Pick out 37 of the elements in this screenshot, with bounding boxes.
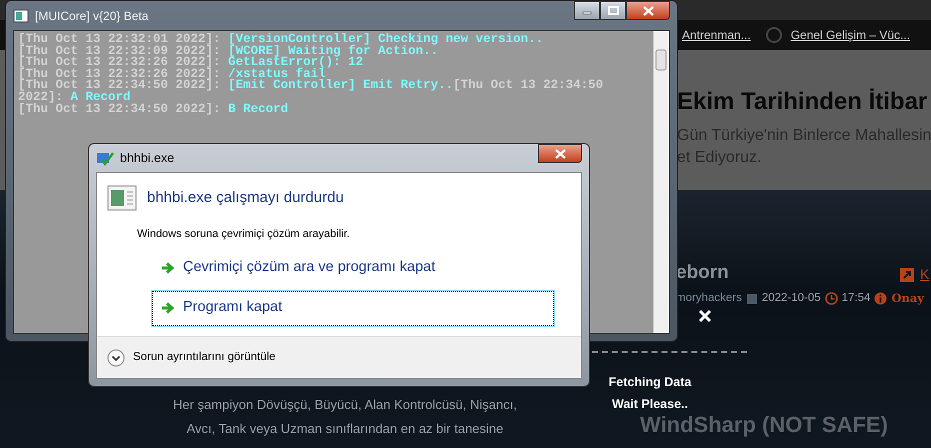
scroll-thumb-icon[interactable] xyxy=(655,49,667,71)
loading-text: Fetching Data xyxy=(608,374,692,391)
maximize-button[interactable] xyxy=(600,1,626,20)
bookmark-link[interactable]: Antrenman... xyxy=(682,26,751,44)
close-icon xyxy=(554,148,566,158)
close-button[interactable] xyxy=(626,1,670,20)
bookmark-link[interactable]: Genel Gelişim – Vüc... xyxy=(764,26,910,44)
chevron-icon xyxy=(107,348,125,366)
program-icon xyxy=(96,150,114,166)
dialog-heading: bhhbi.exe çalışmayı durdurdu xyxy=(147,188,344,208)
info-icon xyxy=(874,292,888,306)
dialog-message: Windows soruna çevrimiçi çözüm arayabilir. xyxy=(137,227,351,242)
minimize-button[interactable] xyxy=(574,1,600,20)
post-status: Onay xyxy=(891,290,924,307)
post-author: moryhackers xyxy=(676,291,742,306)
description-text: Avcı, Tank veya Uzman sınıflarından en az bir tanesine xyxy=(186,420,504,438)
window-icon xyxy=(107,185,137,211)
close-button[interactable] xyxy=(538,144,582,163)
clock-icon xyxy=(824,292,838,306)
hero-heading: Ekim Tarihinden İtibar xyxy=(677,88,928,117)
arrow-icon xyxy=(161,302,175,314)
window-title: [MUICore] v{20} Beta xyxy=(35,8,148,24)
post-title[interactable]: eborn xyxy=(676,263,729,284)
command-link[interactable]: Çevrimiçi çözüm ara ve programı kapat xyxy=(152,250,554,286)
close-icon[interactable] xyxy=(698,309,712,323)
external-link-icon xyxy=(900,268,914,282)
scrollbar[interactable] xyxy=(653,31,669,333)
dialog-title: bhhbi.exe xyxy=(120,150,174,167)
command-link[interactable]: Programı kapat xyxy=(152,290,554,326)
description-text: Her şampiyon Dövüşçü, Büyücü, Alan Kontrolcüsü, Nişancı, xyxy=(172,396,518,414)
app-icon xyxy=(13,8,29,22)
close-icon xyxy=(642,6,654,16)
maximize-icon xyxy=(608,6,618,15)
details-toggle[interactable]: Sorun ayrıntılarını görüntüle xyxy=(107,348,276,366)
post-time: 17:54 xyxy=(842,291,870,306)
post-date: 2022-10-05 xyxy=(762,291,821,306)
arrow-icon xyxy=(161,262,175,274)
